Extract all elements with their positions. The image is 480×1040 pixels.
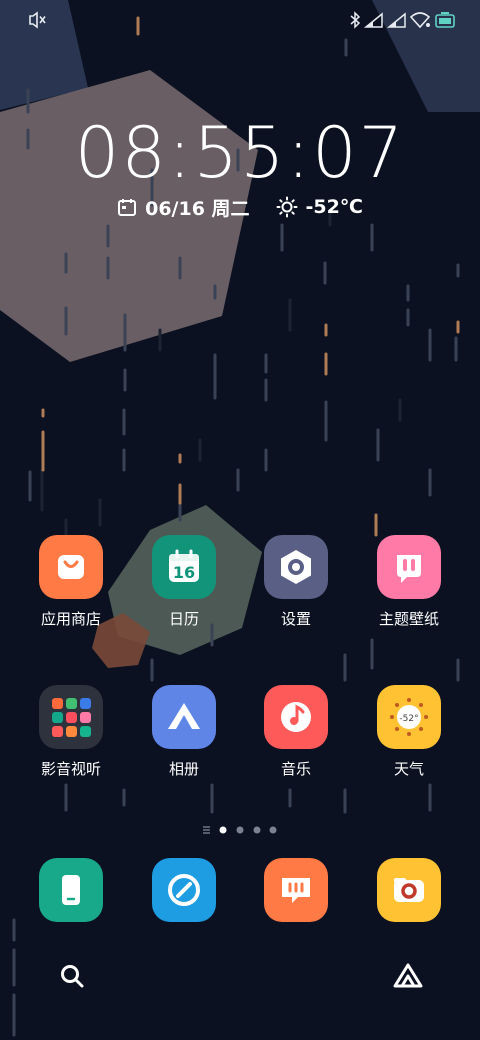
gallery-app[interactable]: 相册 [129,685,239,779]
music-icon [264,685,328,749]
page-indicator[interactable] [0,823,480,837]
calendar-day-text: 16 [173,563,195,582]
assistant-icon[interactable] [392,962,424,990]
camera-app[interactable] [354,858,464,922]
media-folder[interactable]: 影音视听 [16,685,126,779]
app-label: 设置 [280,610,311,628]
app-label: 应用商店 [40,610,101,628]
app-store-icon [39,535,103,599]
messages-app[interactable] [241,858,351,922]
calendar-small-icon [118,199,137,216]
messages-icon [264,858,328,922]
wifi-icon [409,12,431,29]
weather-app[interactable]: -52° 天气 [354,685,464,779]
app-label: 天气 [393,760,424,778]
themes-app[interactable]: 主题壁纸 [354,535,464,629]
browser-app[interactable] [129,858,239,922]
app-label: 相册 [168,760,199,778]
camera-icon [377,858,441,922]
page-dot-active [219,826,227,834]
music-app[interactable]: 音乐 [241,685,351,779]
browser-icon [152,858,216,922]
signal-1-icon [363,12,383,28]
weather-icon: -52° [377,685,441,749]
phone-icon [39,858,103,922]
weather-temp-text: -52° [399,714,418,724]
folder-icon [39,685,103,749]
page-dot [269,826,277,834]
date-weather-line[interactable]: 06/16 周二 -52℃ [0,193,480,221]
page-menu-icon [203,826,210,834]
app-label: 主题壁纸 [378,610,439,628]
temperature-text: -52℃ [305,196,363,218]
app-label: 音乐 [280,760,311,778]
bluetooth-icon [350,11,361,29]
mute-icon [29,11,46,29]
calendar-app[interactable]: 16 日历 [129,535,239,629]
app-store-app[interactable]: 应用商店 [16,535,126,629]
gallery-icon [152,685,216,749]
clock-time[interactable]: 08:55:07 [0,112,480,194]
settings-app[interactable]: 设置 [241,535,351,629]
themes-icon [377,535,441,599]
page-dot [236,826,244,834]
sun-icon [276,196,298,218]
settings-icon [264,535,328,599]
calendar-icon: 16 [152,535,216,599]
status-bar [29,11,455,29]
date-text: 06/16 周二 [145,197,250,220]
page-dot [253,826,261,834]
app-label: 日历 [168,610,199,628]
app-label: 影音视听 [40,760,101,778]
search-icon[interactable] [58,962,86,990]
signal-2-icon [386,12,406,28]
battery-icon [435,12,455,28]
phone-app[interactable] [16,858,126,922]
